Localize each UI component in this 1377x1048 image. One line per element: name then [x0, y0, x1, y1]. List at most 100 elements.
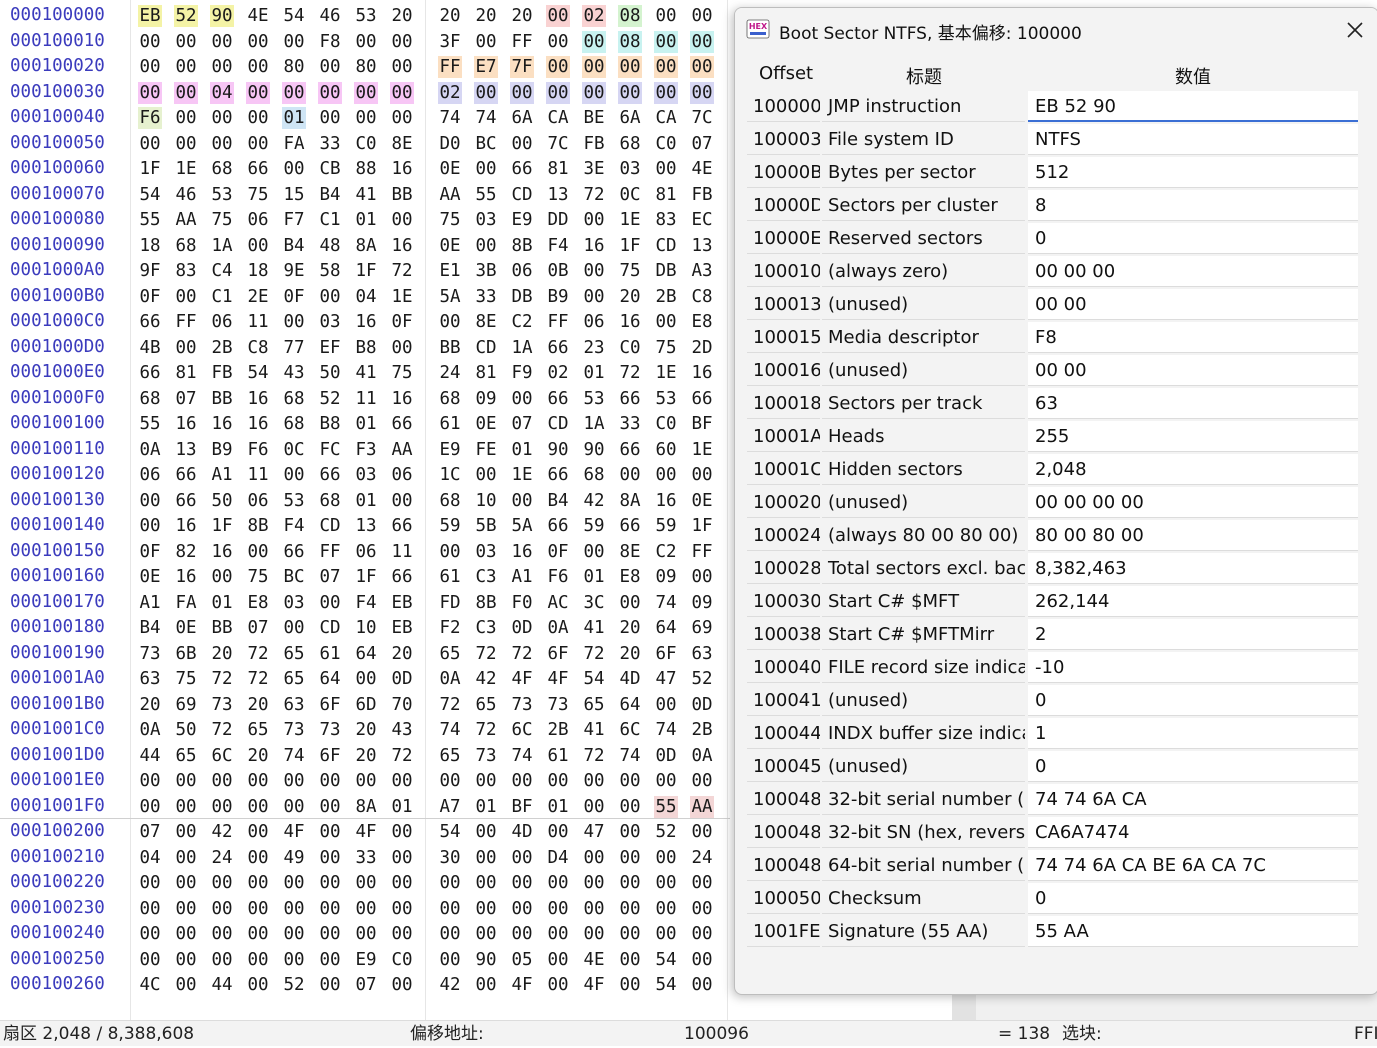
hex-byte[interactable]: 00 — [246, 56, 270, 78]
hex-byte[interactable]: D4 — [546, 847, 570, 869]
hex-byte[interactable]: 15 — [282, 184, 306, 206]
hex-byte[interactable]: 00 — [690, 464, 714, 486]
hex-byte[interactable]: C0 — [654, 413, 678, 435]
hex-row[interactable]: 000100050 00 00 00 00 FA 33 C0 8E D0 BC 00 7C FB 68 C0 0… — [0, 131, 730, 157]
hex-byte[interactable]: 66 — [618, 439, 642, 461]
hex-byte[interactable]: 00 — [618, 770, 642, 792]
hex-byte[interactable]: 00 — [246, 133, 270, 155]
hex-byte[interactable]: 0D — [390, 668, 414, 690]
hex-byte[interactable]: FC — [318, 439, 342, 461]
hex-byte[interactable]: 74 — [474, 107, 498, 129]
hex-byte[interactable]: 82 — [174, 541, 198, 563]
hex-byte[interactable]: 03 — [618, 158, 642, 180]
hex-byte[interactable]: F6 — [246, 439, 270, 461]
hex-byte[interactable]: 52 — [690, 668, 714, 690]
hex-byte[interactable]: 81 — [654, 184, 678, 206]
hex-byte[interactable]: 16 — [210, 541, 234, 563]
hex-byte[interactable]: 00 — [390, 31, 414, 53]
hex-byte[interactable]: 00 — [390, 490, 414, 512]
hex-byte[interactable]: BC — [474, 133, 498, 155]
template-row[interactable]: 100020 (unused) 00 00 00 00 — [747, 487, 1359, 518]
hex-byte[interactable]: 50 — [210, 490, 234, 512]
hex-byte[interactable]: 7F — [510, 56, 534, 78]
hex-byte[interactable]: 00 — [318, 286, 342, 308]
hex-byte[interactable]: 16 — [510, 541, 534, 563]
hex-byte[interactable]: 00 — [246, 235, 270, 257]
hex-byte[interactable]: 06 — [210, 311, 234, 333]
hex-byte[interactable]: 00 — [210, 770, 234, 792]
hex-byte[interactable]: 00 — [654, 847, 678, 869]
hex-byte[interactable]: 00 — [246, 770, 270, 792]
hex-byte[interactable]: FF — [174, 311, 198, 333]
template-row[interactable]: 100028Total sectors excl. backu8,382,463 — [747, 553, 1359, 584]
template-row[interactable]: 10000E Reserved sectors 0 — [747, 223, 1359, 254]
hex-byte[interactable]: 1F — [210, 515, 234, 537]
hex-byte[interactable]: 20 — [438, 5, 462, 27]
hex-byte[interactable]: 00 — [654, 694, 678, 716]
template-value-cell[interactable]: 255 — [1028, 421, 1358, 452]
hex-byte[interactable]: 16 — [174, 413, 198, 435]
hex-row[interactable]: 000100020 00 00 00 00 80 00 80 00 FF E7 7F 00 00 00 00 0… — [0, 54, 730, 80]
hex-byte[interactable]: 20 — [474, 5, 498, 27]
hex-byte[interactable]: F4 — [354, 592, 378, 614]
hex-byte[interactable]: 73 — [546, 694, 570, 716]
hex-byte[interactable]: 20 — [618, 617, 642, 639]
hex-byte[interactable]: 00 — [282, 617, 306, 639]
hex-byte[interactable]: 00 — [510, 872, 534, 894]
hex-byte[interactable]: F7 — [282, 209, 306, 231]
hex-row[interactable]: 000100130 00 66 50 06 53 68 01 00 68 10 00 B4 42 8A 16 0… — [0, 488, 730, 514]
hex-byte[interactable]: 00 — [582, 56, 606, 78]
hex-byte[interactable]: 00 — [474, 872, 498, 894]
hex-byte[interactable]: 00 — [510, 847, 534, 869]
hex-byte[interactable]: C2 — [510, 311, 534, 333]
hex-byte[interactable]: 49 — [282, 847, 306, 869]
hex-byte[interactable]: 5A — [510, 515, 534, 537]
hex-byte[interactable]: 13 — [174, 439, 198, 461]
hex-byte[interactable]: 00 — [690, 923, 714, 945]
hex-byte[interactable]: 66 — [618, 388, 642, 410]
hex-byte[interactable]: 1F — [618, 235, 642, 257]
hex-byte[interactable]: 90 — [474, 949, 498, 971]
template-row[interactable]: 100015 Media descriptor F8 — [747, 322, 1359, 353]
hex-byte[interactable]: A3 — [690, 260, 714, 282]
hex-byte[interactable]: 90 — [582, 439, 606, 461]
hex-byte[interactable]: 00 — [654, 311, 678, 333]
hex-row[interactable]: 0001000A0 9F 83 C4 18 9E 58 1F 72 E1 3B 06 0B 00 75 DB A… — [0, 258, 730, 284]
hex-byte[interactable]: 02 — [582, 5, 606, 27]
hex-byte[interactable]: 16 — [174, 566, 198, 588]
hex-byte[interactable]: CA — [654, 107, 678, 129]
hex-byte[interactable]: 0C — [282, 439, 306, 461]
hex-byte[interactable]: 54 — [282, 5, 306, 27]
hex-byte[interactable]: 88 — [354, 158, 378, 180]
hex-byte[interactable]: 01 — [354, 490, 378, 512]
hex-byte[interactable]: 00 — [318, 949, 342, 971]
hex-byte[interactable]: 8E — [474, 311, 498, 333]
hex-byte[interactable]: 06 — [390, 464, 414, 486]
hex-byte[interactable]: C0 — [618, 337, 642, 359]
hex-byte[interactable]: 00 — [138, 56, 162, 78]
hex-byte[interactable]: 0E — [438, 235, 462, 257]
hex-byte[interactable]: 00 — [174, 923, 198, 945]
hex-byte[interactable]: C3 — [474, 617, 498, 639]
template-value-cell[interactable]: 00 00 00 00 — [1028, 487, 1358, 518]
hex-row[interactable]: 0001001D0 44 65 6C 20 74 6F 20 72 65 73 74 61 72 74 0D 0… — [0, 743, 730, 769]
template-row[interactable]: 100044INDX buffer size indicato1 — [747, 718, 1359, 749]
hex-byte[interactable]: FB — [582, 133, 606, 155]
hex-byte[interactable]: EC — [690, 209, 714, 231]
hex-byte[interactable]: 80 — [282, 56, 306, 78]
hex-byte[interactable]: 00 — [354, 898, 378, 920]
hex-byte[interactable]: 65 — [582, 694, 606, 716]
hex-byte[interactable]: 5B — [474, 515, 498, 537]
hex-byte[interactable]: 46 — [318, 5, 342, 27]
hex-byte[interactable]: 8B — [246, 515, 270, 537]
hex-byte[interactable]: E7 — [474, 56, 498, 78]
hex-byte[interactable]: 60 — [654, 439, 678, 461]
hex-byte[interactable]: 0E — [690, 490, 714, 512]
hex-byte[interactable]: FF — [690, 541, 714, 563]
hex-byte[interactable]: 1C — [438, 464, 462, 486]
hex-byte[interactable]: 74 — [618, 745, 642, 767]
hex-byte[interactable]: 00 — [354, 31, 378, 53]
hex-byte[interactable]: 16 — [174, 515, 198, 537]
hex-byte[interactable]: 00 — [390, 872, 414, 894]
hex-byte[interactable]: 00 — [174, 898, 198, 920]
